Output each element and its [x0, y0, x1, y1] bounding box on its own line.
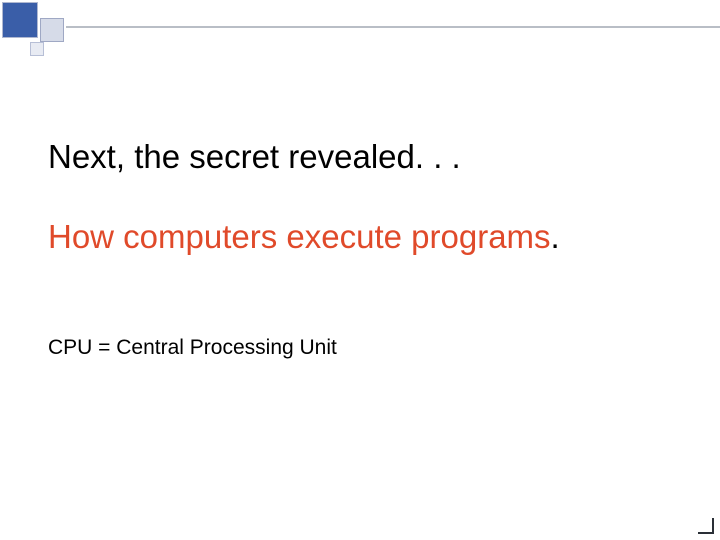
divider-line [66, 26, 720, 28]
slide-line-2-text: How computers execute programs [48, 218, 551, 255]
square-icon [2, 2, 38, 38]
square-icon [40, 18, 64, 42]
slide-line-2: How computers execute programs. [48, 218, 560, 256]
square-icon [30, 42, 44, 56]
slide-line-2-period: . [551, 218, 560, 255]
corner-decoration [0, 0, 120, 80]
slide-line-1: Next, the secret revealed. . . [48, 138, 461, 176]
corner-mark-icon [698, 518, 714, 534]
slide-line-3: CPU = Central Processing Unit [48, 336, 337, 360]
